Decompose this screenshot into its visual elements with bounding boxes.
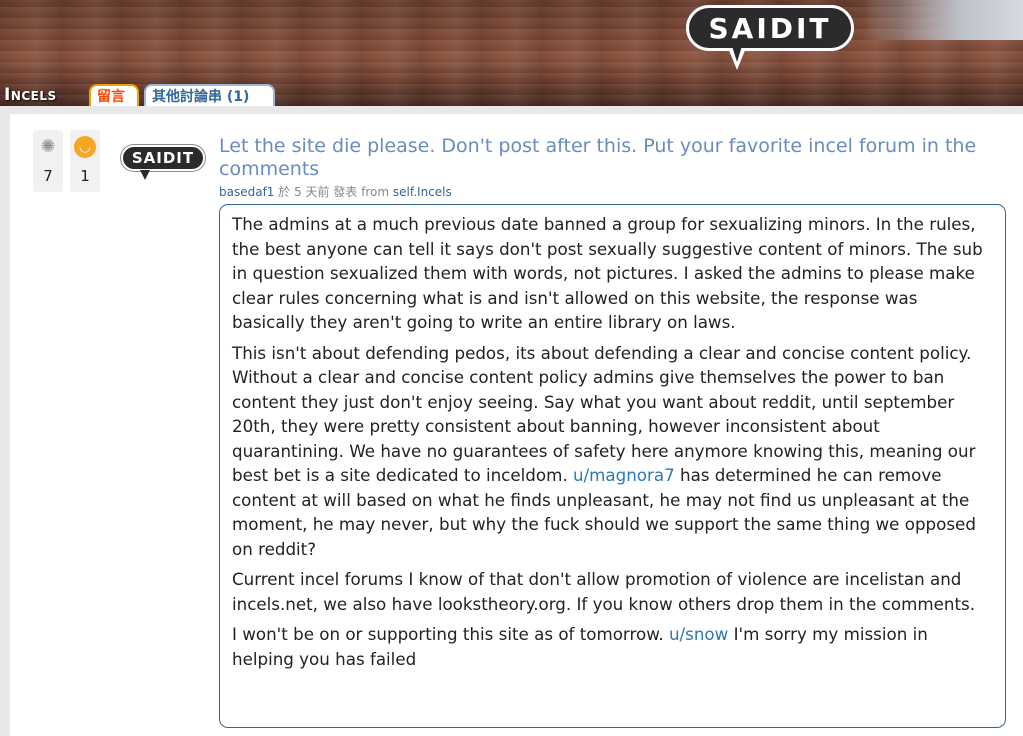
tab-comments[interactable]: 留言 — [89, 84, 139, 106]
vote-count-laugh: 1 — [80, 167, 90, 185]
header-sky — [863, 0, 1023, 40]
post-source-link[interactable]: self.Incels — [393, 185, 452, 199]
tab-other-discussions[interactable]: 其他討論串 (1) — [144, 84, 275, 106]
logo-tail-inner — [732, 46, 742, 62]
body-text: This isn't about defending pedos, its ab… — [232, 342, 976, 486]
vote-count-bulb: 7 — [43, 167, 53, 185]
user-link-magnora7[interactable]: u/magnora7 — [573, 465, 675, 485]
user-link-snow[interactable]: u/snow — [669, 624, 728, 644]
body-paragraph: The admins at a much previous date banne… — [232, 214, 983, 332]
body-paragraph: Current incel forums I know of that don'… — [232, 569, 976, 614]
post-author[interactable]: basedaf1 — [219, 185, 274, 199]
from-label: from — [361, 185, 390, 199]
site-logo[interactable]: SAIDIT — [686, 5, 854, 51]
thumbnail-tail — [140, 170, 150, 180]
body-paragraph: This isn't about defending pedos, its ab… — [232, 341, 993, 562]
post-thumbnail[interactable]: SAIDIT — [121, 145, 205, 171]
post-tagline: basedaf1 於 5 天前 發表 from self.Incels — [219, 183, 452, 200]
post-time: 於 5 天前 發表 — [274, 185, 362, 199]
body-paragraph: I won't be on or supporting this site as… — [232, 622, 993, 671]
body-text: I won't be on or supporting this site as… — [232, 624, 669, 644]
subreddit-name[interactable]: Incels — [4, 85, 57, 105]
post-body: The admins at a much previous date banne… — [219, 204, 1006, 728]
bulb-icon[interactable]: ✺ — [37, 136, 59, 158]
post-title[interactable]: Let the site die please. Don't post afte… — [219, 135, 1014, 181]
laugh-icon[interactable]: ◡ — [74, 136, 96, 158]
